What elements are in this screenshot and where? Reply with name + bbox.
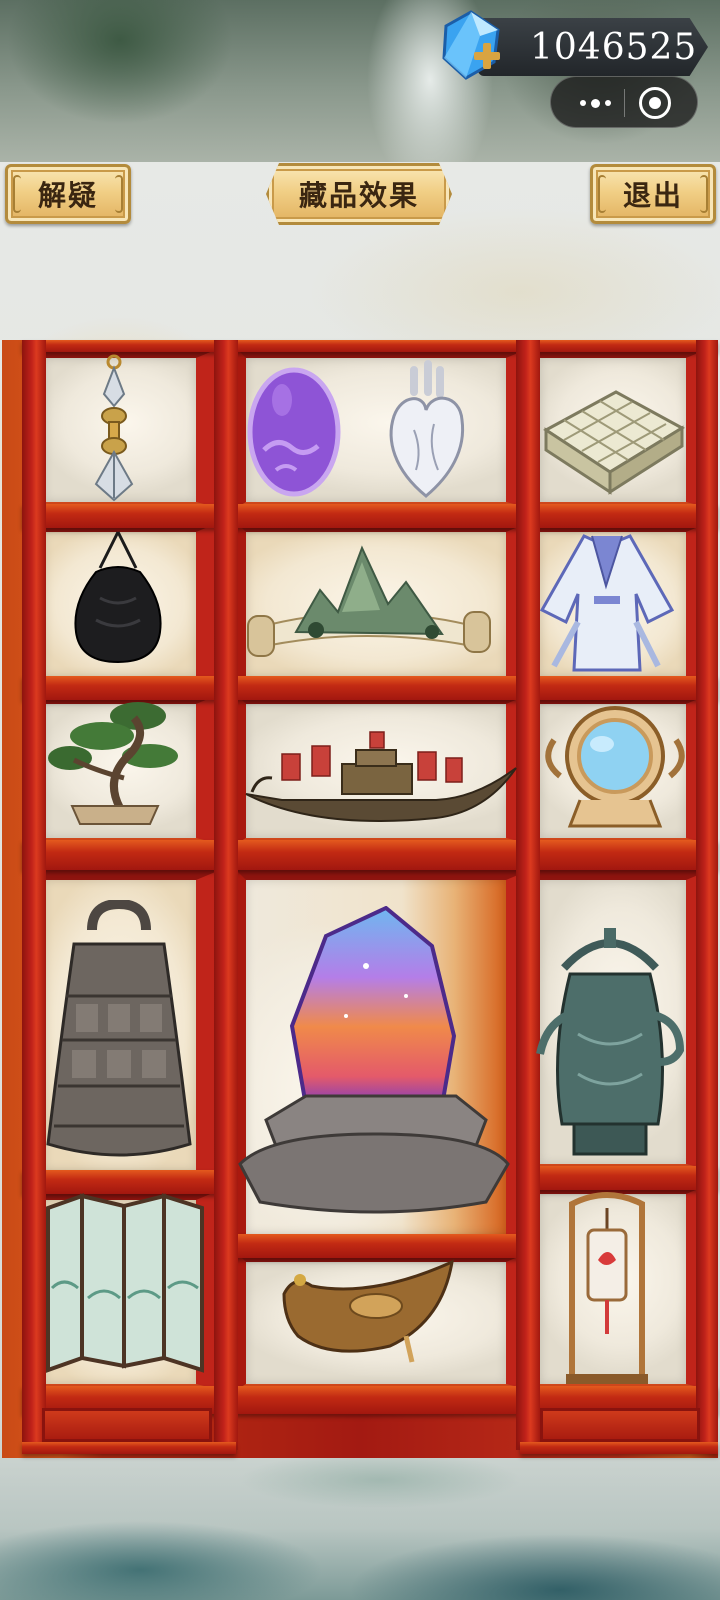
bronze-bell-icon[interactable] [44, 900, 194, 1162]
target-close-icon[interactable] [639, 87, 671, 119]
cabinet-post [516, 340, 540, 1450]
exit-button[interactable]: 退出 [590, 164, 716, 224]
war-ship-icon[interactable] [242, 730, 518, 830]
cabinet-drawer [42, 1408, 212, 1442]
bronze-mirror-icon[interactable] [540, 700, 690, 830]
cabinet-base [22, 1442, 236, 1454]
hanging-lantern-icon[interactable] [564, 1190, 650, 1386]
collection-effect-title[interactable]: 藏品效果 [266, 163, 452, 225]
dragon-boat-icon[interactable] [276, 1236, 466, 1368]
blue-robe-icon[interactable] [532, 526, 682, 676]
shelf-plank [530, 1166, 718, 1190]
capsule-divider [624, 89, 625, 117]
shelf-plank [22, 340, 718, 352]
cabinet-base [520, 1442, 718, 1454]
black-pouch-icon[interactable] [70, 528, 166, 666]
shelf-plank [22, 504, 718, 528]
more-dots-icon[interactable] [569, 77, 621, 129]
bronze-kettle-icon[interactable] [534, 924, 686, 1164]
purple-egg-icon[interactable] [246, 360, 342, 498]
rainbow-crystal-icon[interactable] [236, 906, 512, 1218]
bonsai-pine-icon[interactable] [46, 696, 182, 828]
currency-amount: 1046525 [530, 27, 698, 68]
cabinet-drawer [540, 1408, 700, 1442]
folding-screen-icon[interactable] [40, 1188, 210, 1388]
white-heart-icon[interactable] [384, 360, 468, 500]
shelf-plank [22, 840, 718, 870]
mini-program-capsule [550, 76, 698, 128]
jade-grid-plate-icon[interactable] [536, 380, 686, 498]
landscape-scroll-icon[interactable] [246, 542, 492, 666]
blue-gem-plus-icon[interactable] [436, 8, 506, 82]
hint-button[interactable]: 解疑 [5, 164, 131, 224]
cabinet-post [696, 340, 718, 1450]
cabinet-post [214, 340, 238, 1450]
vajra-pendant-icon[interactable] [86, 354, 142, 504]
